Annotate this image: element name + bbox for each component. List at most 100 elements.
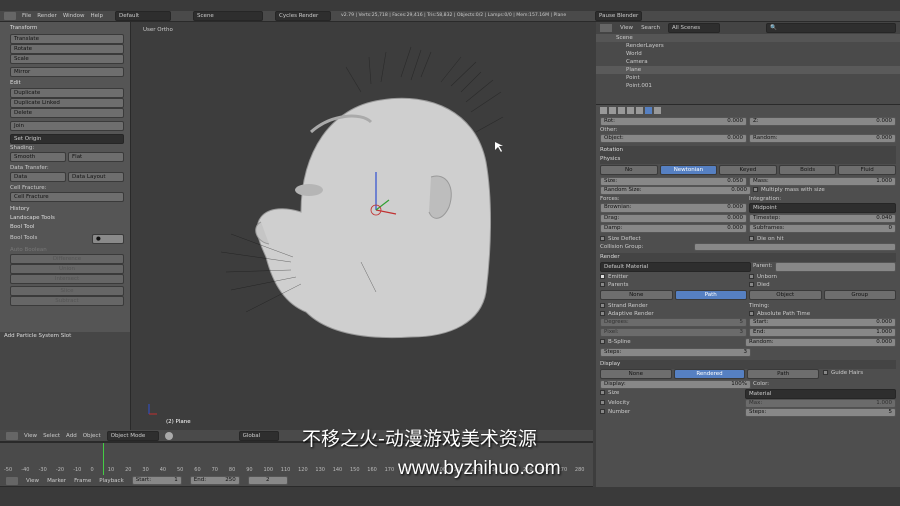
physics-header[interactable]: Physics [600, 155, 896, 164]
display-header[interactable]: Display [600, 360, 896, 369]
flat-button[interactable]: Flat [68, 152, 124, 162]
edit-header[interactable]: Edit [10, 79, 124, 88]
physics-fluid-tab[interactable]: Fluid [838, 165, 896, 175]
max-field[interactable]: Max: 1.000 [745, 399, 896, 408]
join-button[interactable]: Join [10, 121, 124, 131]
particles-tab-icon[interactable] [645, 106, 652, 114]
transform-header[interactable]: Transform [10, 24, 124, 33]
size-field[interactable]: Size: 0.050 [600, 177, 747, 186]
outliner-item[interactable]: RenderLayers [596, 42, 900, 50]
display-none-tab[interactable]: None [600, 369, 672, 379]
scene-select[interactable]: Scene [193, 11, 264, 21]
duplicate-button[interactable]: Duplicate [10, 88, 124, 98]
number-checkbox[interactable]: Number [600, 408, 743, 417]
steps-field[interactable]: Steps: 3 [600, 348, 751, 357]
menu-window[interactable]: Window [63, 12, 85, 20]
outliner-menu-search[interactable]: Search [641, 24, 660, 32]
shading-icon[interactable] [164, 431, 173, 440]
render-none-tab[interactable]: None [600, 290, 673, 300]
current-frame-field[interactable]: 2 [247, 476, 288, 485]
z-field[interactable]: Z: 0.000 [749, 117, 896, 126]
timeline-menu-frame[interactable]: Frame [74, 477, 91, 485]
view3d-editor-icon[interactable] [6, 431, 18, 440]
menu-add[interactable]: Add [66, 432, 77, 440]
path-random-field[interactable]: Random: 0.000 [745, 338, 896, 347]
bool-tool-header[interactable]: Bool Tool [10, 223, 124, 232]
render-header[interactable]: Render [600, 253, 896, 262]
intersect-button[interactable]: Intersect [10, 274, 124, 284]
history-header[interactable]: History [10, 205, 124, 214]
world-tab-icon[interactable] [618, 106, 625, 114]
translate-button[interactable]: Translate [10, 34, 124, 44]
display-percent-field[interactable]: Display: 100% [600, 380, 751, 389]
cell-fracture-button[interactable]: Cell Fracture [10, 192, 124, 202]
outliner-item[interactable]: Point [596, 74, 900, 82]
parent-field[interactable] [775, 262, 896, 272]
timestep-field[interactable]: Timestep: 0.040 [749, 214, 896, 223]
rot-field[interactable]: Rot: 0.000 [600, 117, 747, 126]
mass-field[interactable]: Mass: 1.000 [749, 177, 896, 186]
brownian-field[interactable]: Brownian: 0.000 [600, 203, 747, 213]
mode-select[interactable]: Object Mode [106, 430, 159, 441]
physics-no-tab[interactable]: No [600, 165, 658, 175]
data-layout-button[interactable]: Data Layout [68, 172, 124, 182]
outliner-filter-select[interactable]: All Scenes [667, 23, 720, 33]
outliner-item[interactable]: Camera [596, 58, 900, 66]
menu-render[interactable]: Render [37, 12, 57, 20]
collision-group-field[interactable] [694, 243, 896, 251]
path-end-field[interactable]: End: 1.000 [749, 328, 896, 337]
bool-tools-toggle[interactable]: ● [92, 234, 124, 244]
died-checkbox[interactable]: Died [749, 281, 896, 289]
data-button[interactable]: Data [10, 172, 66, 182]
size-checkbox[interactable]: Size [600, 389, 743, 399]
random-size-field[interactable]: Random Size: 0.000 [600, 186, 751, 195]
subtract-button[interactable]: Subtract [10, 296, 124, 306]
damp-field[interactable]: Damp: 0.000 [600, 224, 747, 233]
size-deflect-checkbox[interactable]: Size Deflect [600, 235, 747, 243]
set-origin-dropdown[interactable]: Set Origin [10, 134, 124, 144]
scene-tab-icon[interactable] [609, 106, 616, 114]
emitter-checkbox[interactable]: Emitter [600, 273, 747, 281]
render-tab-icon[interactable] [600, 106, 607, 114]
rotation-header[interactable]: Rotation [600, 146, 896, 155]
render-object-tab[interactable]: Object [749, 290, 822, 300]
duplicate-linked-button[interactable]: Duplicate Linked [10, 98, 124, 108]
menu-help[interactable]: Help [91, 12, 104, 20]
multiply-mass-checkbox[interactable]: Multiply mass with size [753, 186, 896, 195]
outliner-item[interactable]: Plane [596, 66, 900, 74]
guide-hairs-checkbox[interactable]: Guide Hairs [823, 369, 896, 379]
end-frame-field[interactable]: End: 250 [189, 476, 240, 485]
material-select[interactable]: Default Material [600, 262, 751, 272]
render-path-tab[interactable]: Path [674, 290, 747, 300]
color-select[interactable]: Material [745, 389, 896, 399]
display-path-tab[interactable]: Path [747, 369, 820, 379]
add-particle-slot-label[interactable]: Add Particle System Slot [4, 332, 126, 341]
render-engine-select[interactable]: Cycles Render [275, 11, 332, 21]
object-field[interactable]: Object: 0.000 [600, 134, 747, 143]
die-on-hit-checkbox[interactable]: Die on hit [749, 235, 896, 243]
physics-newtonian-tab[interactable]: Newtonian [659, 165, 718, 175]
random-field[interactable]: Random: 0.000 [749, 134, 896, 143]
physics-tab-icon[interactable] [654, 106, 661, 114]
timeline-editor-icon[interactable] [6, 476, 18, 485]
outliner-item[interactable]: World [596, 50, 900, 58]
velocity-checkbox[interactable]: Velocity [600, 399, 743, 408]
landscape-tools-header[interactable]: Landscape Tools [10, 214, 124, 223]
orientation-select[interactable]: Global [238, 430, 279, 441]
mirror-button[interactable]: Mirror [10, 67, 124, 77]
subframes-field[interactable]: Subframes: 0 [749, 224, 896, 233]
render-group-tab[interactable]: Group [823, 290, 896, 300]
scale-button[interactable]: Scale [10, 54, 124, 64]
head-model[interactable] [131, 22, 593, 430]
display-rendered-tab[interactable]: Rendered [673, 369, 746, 379]
display-steps-field[interactable]: Steps: 5 [745, 408, 896, 417]
timeline-menu-view[interactable]: View [26, 477, 39, 485]
union-button[interactable]: Union [10, 264, 124, 274]
pixel-field[interactable]: Pixel: 3 [600, 328, 747, 337]
layout-select[interactable]: Default [115, 11, 172, 21]
outliner-search-input[interactable]: 🔍 [766, 23, 896, 33]
absolute-path-time-checkbox[interactable]: Absolute Path Time [749, 310, 896, 318]
degrees-field[interactable]: Degrees: 5 [600, 318, 747, 327]
outliner-menu-view[interactable]: View [620, 24, 633, 32]
slice-button[interactable]: Slice [10, 286, 124, 296]
